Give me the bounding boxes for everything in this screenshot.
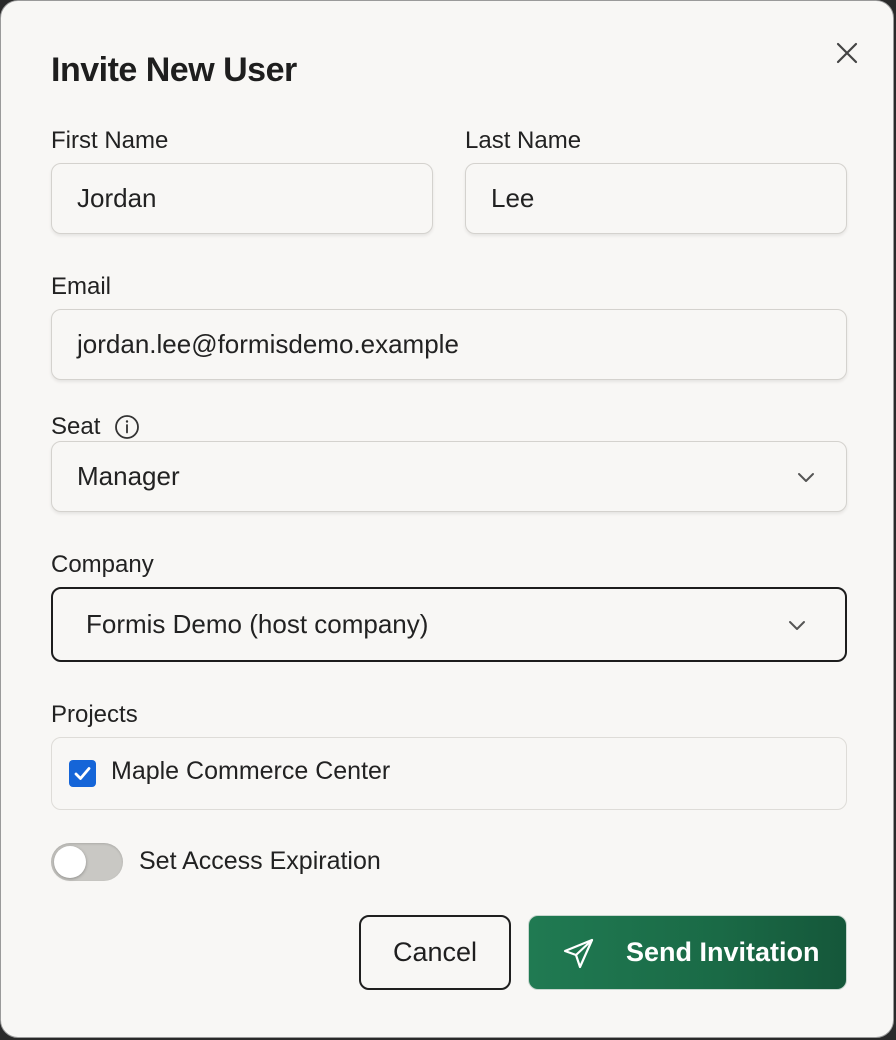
projects-label: Projects — [51, 701, 138, 728]
email-field[interactable]: jordan.lee@formisdemo.example — [51, 309, 847, 380]
last-name-field[interactable]: Lee — [465, 163, 847, 234]
chevron-down-icon — [785, 613, 809, 637]
seat-select[interactable]: Manager — [51, 441, 847, 512]
email-label: Email — [51, 273, 112, 300]
first-name-field[interactable]: Jordan — [51, 163, 433, 234]
first-name-value: Jordan — [77, 183, 157, 213]
invite-user-dialog: Invite New User First Name Jordan Last N… — [0, 0, 894, 1038]
company-select[interactable]: Formis Demo (host company) — [51, 587, 847, 662]
dialog-title: Invite New User — [51, 51, 297, 89]
projects-list: Maple Commerce Center — [51, 737, 847, 810]
seat-label: Seat — [51, 413, 101, 440]
toggle-knob — [54, 846, 86, 878]
project-label[interactable]: Maple Commerce Center — [111, 757, 390, 786]
close-button[interactable] — [829, 35, 865, 71]
chevron-down-icon — [794, 465, 818, 489]
company-label: Company — [51, 551, 154, 578]
company-value: Formis Demo (host company) — [86, 609, 429, 639]
info-icon[interactable] — [114, 414, 140, 440]
email-value: jordan.lee@formisdemo.example — [77, 329, 459, 359]
cancel-label: Cancel — [392, 937, 478, 967]
send-invitation-label: Send Invitation — [626, 937, 820, 967]
send-invitation-button[interactable]: Send Invitation — [528, 915, 847, 990]
access-expiration-toggle[interactable] — [51, 843, 123, 881]
last-name-value: Lee — [491, 183, 535, 213]
close-icon — [836, 42, 858, 64]
seat-value: Manager — [77, 461, 180, 491]
paper-plane-icon — [563, 938, 594, 969]
cancel-button[interactable]: Cancel — [359, 915, 511, 990]
checkmark-icon — [74, 767, 91, 780]
project-checkbox[interactable] — [69, 760, 96, 787]
last-name-label: Last Name — [465, 127, 582, 154]
access-expiration-label: Set Access Expiration — [139, 847, 381, 875]
first-name-label: First Name — [51, 127, 169, 154]
